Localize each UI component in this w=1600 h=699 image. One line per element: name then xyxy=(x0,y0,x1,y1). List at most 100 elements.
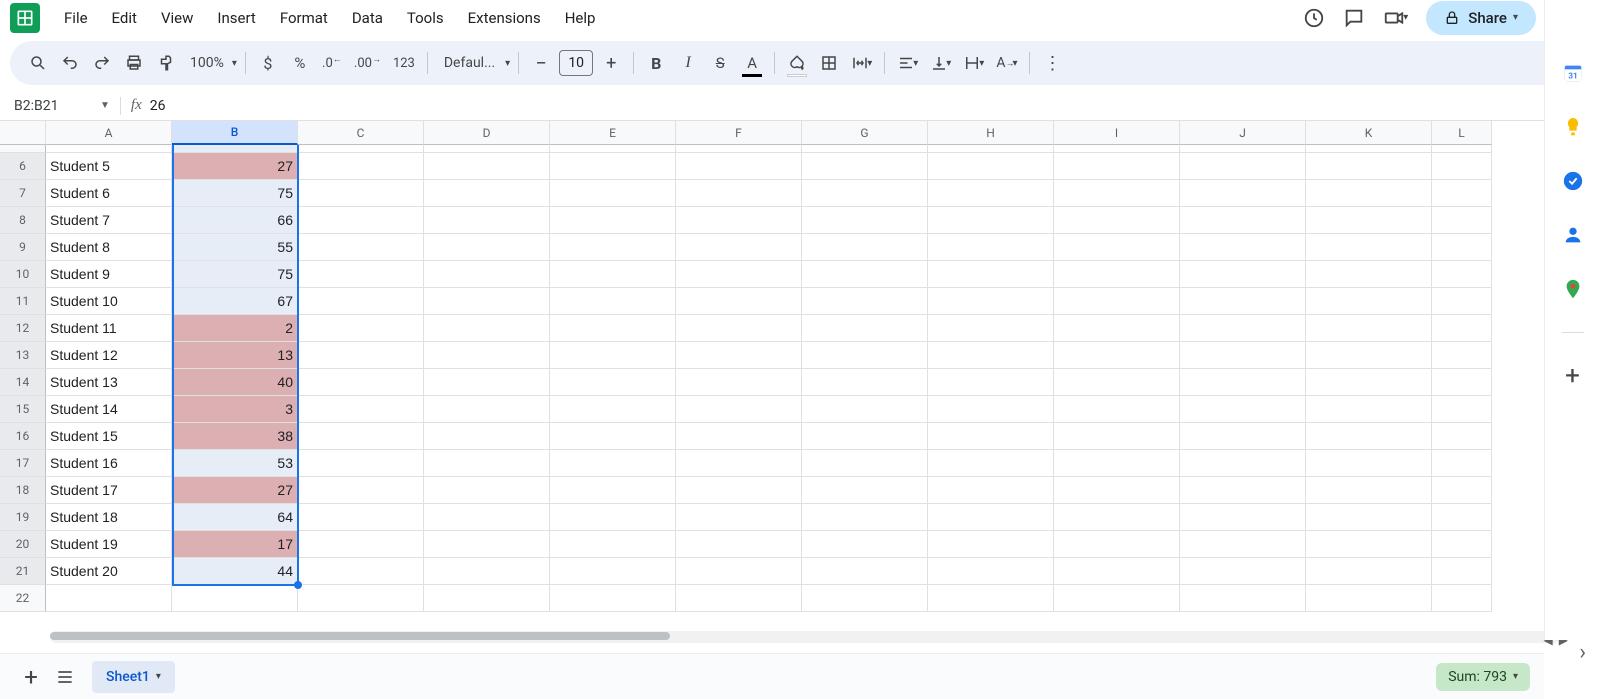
cell[interactable] xyxy=(676,207,802,234)
cell[interactable] xyxy=(298,180,424,207)
row-header[interactable]: 15 xyxy=(0,396,46,423)
cell[interactable] xyxy=(298,369,424,396)
cell[interactable] xyxy=(550,504,676,531)
column-header[interactable]: L xyxy=(1432,121,1492,145)
cell[interactable] xyxy=(1180,396,1306,423)
cell[interactable] xyxy=(802,585,928,612)
cell[interactable]: 55 xyxy=(172,234,298,261)
column-header[interactable]: D xyxy=(424,121,550,145)
row-header[interactable]: 9 xyxy=(0,234,46,261)
cell[interactable] xyxy=(1432,585,1492,612)
horizontal-scrollbar[interactable] xyxy=(50,631,1560,643)
cell[interactable] xyxy=(1054,558,1180,585)
font-size-decrease[interactable]: − xyxy=(527,47,555,79)
cell[interactable] xyxy=(676,585,802,612)
cell[interactable]: Student 17 xyxy=(46,477,172,504)
all-sheets-button[interactable] xyxy=(48,660,82,694)
row-header[interactable]: 17 xyxy=(0,450,46,477)
cell[interactable] xyxy=(1432,477,1492,504)
row-header[interactable] xyxy=(0,145,46,153)
spreadsheet-grid[interactable]: ABCDEFGHIJKL 6Student 5277Student 6758St… xyxy=(0,121,1492,623)
cell[interactable] xyxy=(550,288,676,315)
row-header[interactable]: 22 xyxy=(0,585,46,612)
cell[interactable] xyxy=(802,396,928,423)
cell[interactable] xyxy=(1432,504,1492,531)
column-header[interactable]: G xyxy=(802,121,928,145)
row-header[interactable]: 20 xyxy=(0,531,46,558)
chevron-down-icon[interactable]: ▾ xyxy=(156,671,161,682)
name-box[interactable]: B2:B21 xyxy=(10,98,100,114)
cell[interactable] xyxy=(550,207,676,234)
cell[interactable] xyxy=(1432,396,1492,423)
cell[interactable]: 64 xyxy=(172,504,298,531)
decrease-decimal-button[interactable]: .0← xyxy=(318,47,346,79)
cell[interactable] xyxy=(550,477,676,504)
more-options-button[interactable]: ⋮ xyxy=(1038,47,1066,79)
cell[interactable] xyxy=(676,369,802,396)
cell[interactable] xyxy=(676,234,802,261)
cell[interactable] xyxy=(1432,342,1492,369)
cell[interactable] xyxy=(424,531,550,558)
cell[interactable] xyxy=(1306,180,1432,207)
cell[interactable] xyxy=(1306,423,1432,450)
cell[interactable] xyxy=(1054,531,1180,558)
cell[interactable] xyxy=(1054,261,1180,288)
cell[interactable] xyxy=(928,477,1054,504)
cell[interactable] xyxy=(802,180,928,207)
cell[interactable] xyxy=(298,558,424,585)
menu-view[interactable]: View xyxy=(151,5,203,31)
cell[interactable] xyxy=(424,558,550,585)
cell[interactable] xyxy=(1432,234,1492,261)
contacts-icon[interactable] xyxy=(1562,224,1584,246)
row-header[interactable]: 7 xyxy=(0,180,46,207)
cell[interactable]: Student 8 xyxy=(46,234,172,261)
cell[interactable]: 38 xyxy=(172,423,298,450)
cell[interactable] xyxy=(298,423,424,450)
cell[interactable] xyxy=(298,234,424,261)
cell[interactable]: Student 16 xyxy=(46,450,172,477)
cell[interactable] xyxy=(550,315,676,342)
cell[interactable] xyxy=(928,558,1054,585)
cell[interactable]: 67 xyxy=(172,288,298,315)
cell[interactable] xyxy=(928,423,1054,450)
cell[interactable] xyxy=(298,585,424,612)
cell[interactable] xyxy=(1306,369,1432,396)
cell[interactable] xyxy=(298,342,424,369)
sheets-logo-icon[interactable] xyxy=(10,3,40,33)
cell[interactable] xyxy=(424,342,550,369)
cell[interactable] xyxy=(1180,315,1306,342)
cell[interactable] xyxy=(802,261,928,288)
cell[interactable]: 2 xyxy=(172,315,298,342)
cell[interactable] xyxy=(928,180,1054,207)
cell[interactable] xyxy=(1054,585,1180,612)
cell[interactable] xyxy=(298,153,424,180)
cell[interactable] xyxy=(676,504,802,531)
cell[interactable] xyxy=(1306,342,1432,369)
cell[interactable] xyxy=(1180,288,1306,315)
cell[interactable]: 75 xyxy=(172,180,298,207)
cell[interactable] xyxy=(424,477,550,504)
cell[interactable] xyxy=(1180,261,1306,288)
cell[interactable] xyxy=(802,288,928,315)
column-header[interactable]: J xyxy=(1180,121,1306,145)
cell[interactable] xyxy=(1180,585,1306,612)
cell[interactable] xyxy=(802,153,928,180)
cell[interactable] xyxy=(46,585,172,612)
cell[interactable] xyxy=(1054,450,1180,477)
cell[interactable] xyxy=(298,450,424,477)
text-wrap-button[interactable]: ▾ xyxy=(959,47,988,79)
get-addons-icon[interactable]: + xyxy=(1562,365,1584,387)
cell[interactable] xyxy=(424,369,550,396)
cell[interactable] xyxy=(1054,342,1180,369)
horizontal-align-button[interactable]: ▾ xyxy=(893,47,922,79)
cell[interactable] xyxy=(802,423,928,450)
cell[interactable] xyxy=(424,261,550,288)
menu-insert[interactable]: Insert xyxy=(207,5,265,31)
cell[interactable] xyxy=(550,180,676,207)
cell[interactable]: 13 xyxy=(172,342,298,369)
cell[interactable] xyxy=(1432,288,1492,315)
cell[interactable] xyxy=(550,153,676,180)
cell[interactable] xyxy=(1306,315,1432,342)
maps-icon[interactable] xyxy=(1562,278,1584,300)
cell[interactable]: Student 18 xyxy=(46,504,172,531)
